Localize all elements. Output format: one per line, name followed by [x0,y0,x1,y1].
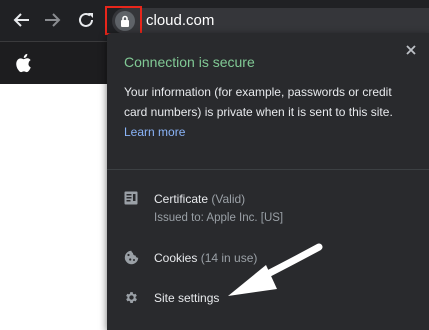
lock-highlight-box [105,6,142,35]
cookies-label-group: Cookies (14 in use) [154,250,257,266]
certificate-issued-to: Issued to: Apple Inc. [US] [154,212,284,224]
cookies-count: (14 in use) [200,251,258,265]
certificate-row[interactable]: Certificate (Valid) Issued to: Apple Inc… [107,184,429,228]
back-arrow-icon[interactable] [10,9,32,31]
certificate-icon [124,191,138,210]
cookie-icon [124,250,139,270]
reload-icon[interactable] [75,9,97,31]
connection-status-title: Connection is secure [124,54,255,70]
connection-description: Your information (for example, passwords… [124,82,414,142]
site-settings-row[interactable]: Site settings [107,286,429,310]
site-settings-label: Site settings [154,291,220,305]
forward-arrow-icon[interactable] [42,9,64,31]
close-icon[interactable] [400,39,422,61]
certificate-status: (Valid) [211,192,246,206]
divider [107,169,429,170]
gear-icon [124,290,139,310]
url-text[interactable]: cloud.com [146,12,214,30]
certificate-label: Certificate [154,192,209,206]
apple-logo-icon[interactable] [15,53,32,78]
cookies-row[interactable]: Cookies (14 in use) [107,246,429,270]
cookies-label: Cookies [154,251,198,265]
site-info-popup: Connection is secure Your information (f… [107,33,429,330]
description-text: Your information (for example, passwords… [124,85,393,119]
learn-more-link[interactable]: Learn more [124,125,185,139]
certificate-label-group: Certificate (Valid) [154,191,245,207]
